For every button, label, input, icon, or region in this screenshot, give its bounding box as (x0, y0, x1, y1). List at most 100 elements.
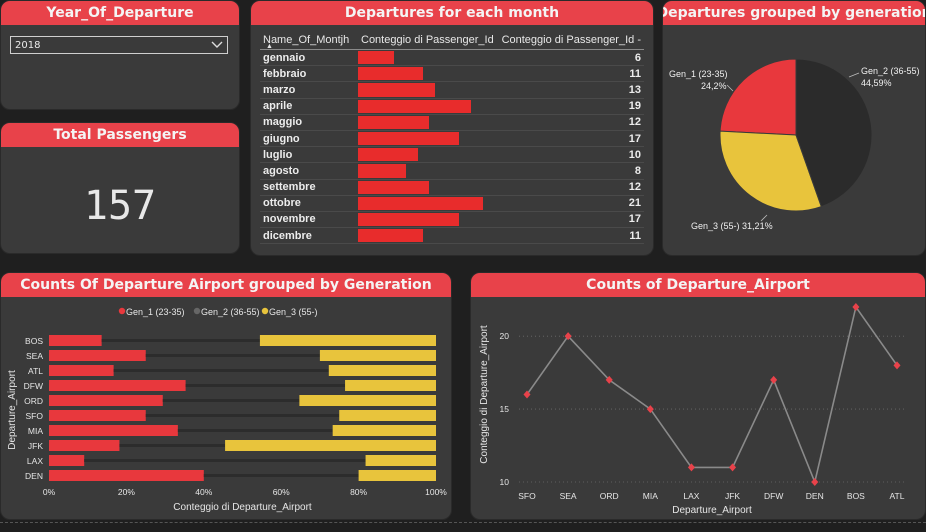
month-cell: luglio (260, 146, 358, 164)
x-tick-label: DEN (806, 491, 824, 501)
month-bar-cell (358, 227, 497, 245)
table-row[interactable]: settembre 12 (260, 179, 644, 196)
y-tick-label: DFW (24, 381, 43, 391)
y-tick-label: MIA (28, 426, 43, 436)
bar-segment (299, 395, 436, 406)
month-cell: febbraio (260, 65, 358, 83)
x-tick-label: SEA (560, 491, 577, 501)
pie-card: Departures grouped by generation Gen_1 (… (662, 0, 926, 256)
month-cell: ottobre (260, 195, 358, 212)
year-dropdown-value: 2018 (15, 39, 41, 51)
month-bar-cell (358, 146, 497, 164)
month-cell: aprile (260, 98, 358, 115)
pie-label-gen1: Gen_1 (23-35) (669, 69, 728, 79)
total-passengers-title: Total Passengers (1, 123, 239, 147)
bar-segment (225, 440, 436, 451)
month-data-bar (358, 196, 483, 210)
bar-segment (145, 354, 320, 357)
month-value-cell: 17 (496, 130, 644, 148)
column-header-count[interactable]: Conteggio di Passenger_Id - (496, 31, 644, 50)
month-value-cell: 19 (496, 98, 644, 115)
y-tick-label: SEA (26, 351, 43, 361)
month-cell: marzo (260, 81, 358, 99)
bar-segment (49, 395, 163, 406)
pie-pct-gen1: 24,2% (701, 81, 727, 91)
month-data-bar (358, 83, 436, 97)
bar-segment (358, 470, 436, 481)
month-bar-cell (358, 195, 497, 212)
x-tick-label: DFW (764, 491, 783, 501)
month-value-cell: 17 (496, 211, 644, 229)
bar-segment (177, 429, 333, 432)
x-tick-label: 100% (425, 487, 447, 497)
x-tick-label: LAX (683, 491, 699, 501)
pie-label-gen2: Gen_2 (36-55) (861, 66, 920, 76)
table-row[interactable]: giugno 17 (260, 130, 644, 148)
pie-slice-gen1 (719, 58, 797, 136)
pie-label-gen3: Gen_3 (55-) 31,21% (691, 221, 773, 231)
month-data-bar (358, 148, 418, 162)
month-value-cell: 13 (496, 81, 644, 99)
table-row[interactable]: novembre 17 (260, 211, 644, 229)
bar-segment (49, 365, 114, 376)
month-cell: novembre (260, 211, 358, 229)
bar-segment (162, 399, 300, 402)
bar-segment (203, 474, 359, 477)
legend-label: Gen_1 (23-35) (126, 307, 185, 317)
month-data-bar (358, 131, 460, 146)
bar-segment (119, 444, 226, 447)
table-row[interactable]: maggio 12 (260, 114, 644, 131)
stacked-bar-card: Counts Of Departure Airport grouped by G… (0, 272, 452, 520)
x-tick-label: 0% (43, 487, 56, 497)
year-dropdown[interactable]: 2018 (10, 36, 228, 54)
y-axis-label: Departure_Airport (7, 370, 18, 450)
pie-leader-gen2 (848, 72, 860, 78)
month-bar-cell (358, 49, 497, 67)
pie-title: Departures grouped by generation (663, 1, 925, 25)
column-header-month[interactable]: Name_Of_Montjh ▲ (260, 31, 358, 50)
bar-segment (49, 335, 102, 346)
table-row[interactable]: gennaio 6 (260, 49, 644, 67)
table-row[interactable]: aprile 19 (260, 98, 644, 115)
chevron-down-icon (211, 41, 223, 48)
legend-marker (193, 307, 201, 315)
line-series (526, 305, 898, 485)
bar-segment (49, 470, 204, 481)
bar-segment (328, 365, 436, 376)
month-bar-cell (358, 81, 497, 99)
table-row[interactable]: marzo 13 (260, 81, 644, 99)
x-tick-label: 40% (195, 487, 212, 497)
x-tick-label: 60% (273, 487, 290, 497)
table-row[interactable]: agosto 8 (260, 162, 644, 180)
y-axis-label: Conteggio di Departure_Airport (479, 325, 490, 464)
generation-pie-chart: Gen_1 (23-35) 24,2% Gen_2 (36-55) 44,59%… (669, 58, 920, 231)
bar-segment (185, 384, 346, 387)
line-chart-title: Counts of Departure_Airport (471, 273, 925, 297)
bar-segment (49, 425, 178, 436)
x-tick-label: ORD (600, 491, 619, 501)
table-row[interactable]: febbraio 11 (260, 65, 644, 83)
x-tick-label: ATL (890, 491, 905, 501)
bar-segment (365, 455, 436, 466)
bar-segment (345, 380, 436, 391)
y-tick-label: 10 (500, 477, 510, 487)
legend-label: Gen_2 (36-55) (201, 307, 260, 317)
y-tick-label: LAX (27, 456, 43, 466)
y-tick-label: ORD (24, 396, 43, 406)
table-row[interactable]: luglio 10 (260, 146, 644, 164)
column-header-count-bar[interactable]: Conteggio di Passenger_Id (358, 31, 497, 50)
month-value-cell: 12 (496, 179, 644, 196)
data-point-marker (811, 478, 819, 486)
month-bar-cell (358, 179, 497, 196)
y-tick-label: BOS (25, 336, 43, 346)
y-tick-label: 15 (500, 404, 510, 414)
legend-label: Gen_3 (55-) (269, 307, 318, 317)
x-tick-label: 20% (118, 487, 135, 497)
bar-segment (319, 350, 436, 361)
total-passengers-value: 157 (83, 183, 157, 229)
table-row[interactable]: dicembre 11 (260, 227, 644, 245)
y-tick-label: 20 (500, 331, 510, 341)
y-tick-label: ATL (28, 366, 43, 376)
month-value-cell: 10 (496, 146, 644, 164)
table-row[interactable]: ottobre 21 (260, 195, 644, 212)
